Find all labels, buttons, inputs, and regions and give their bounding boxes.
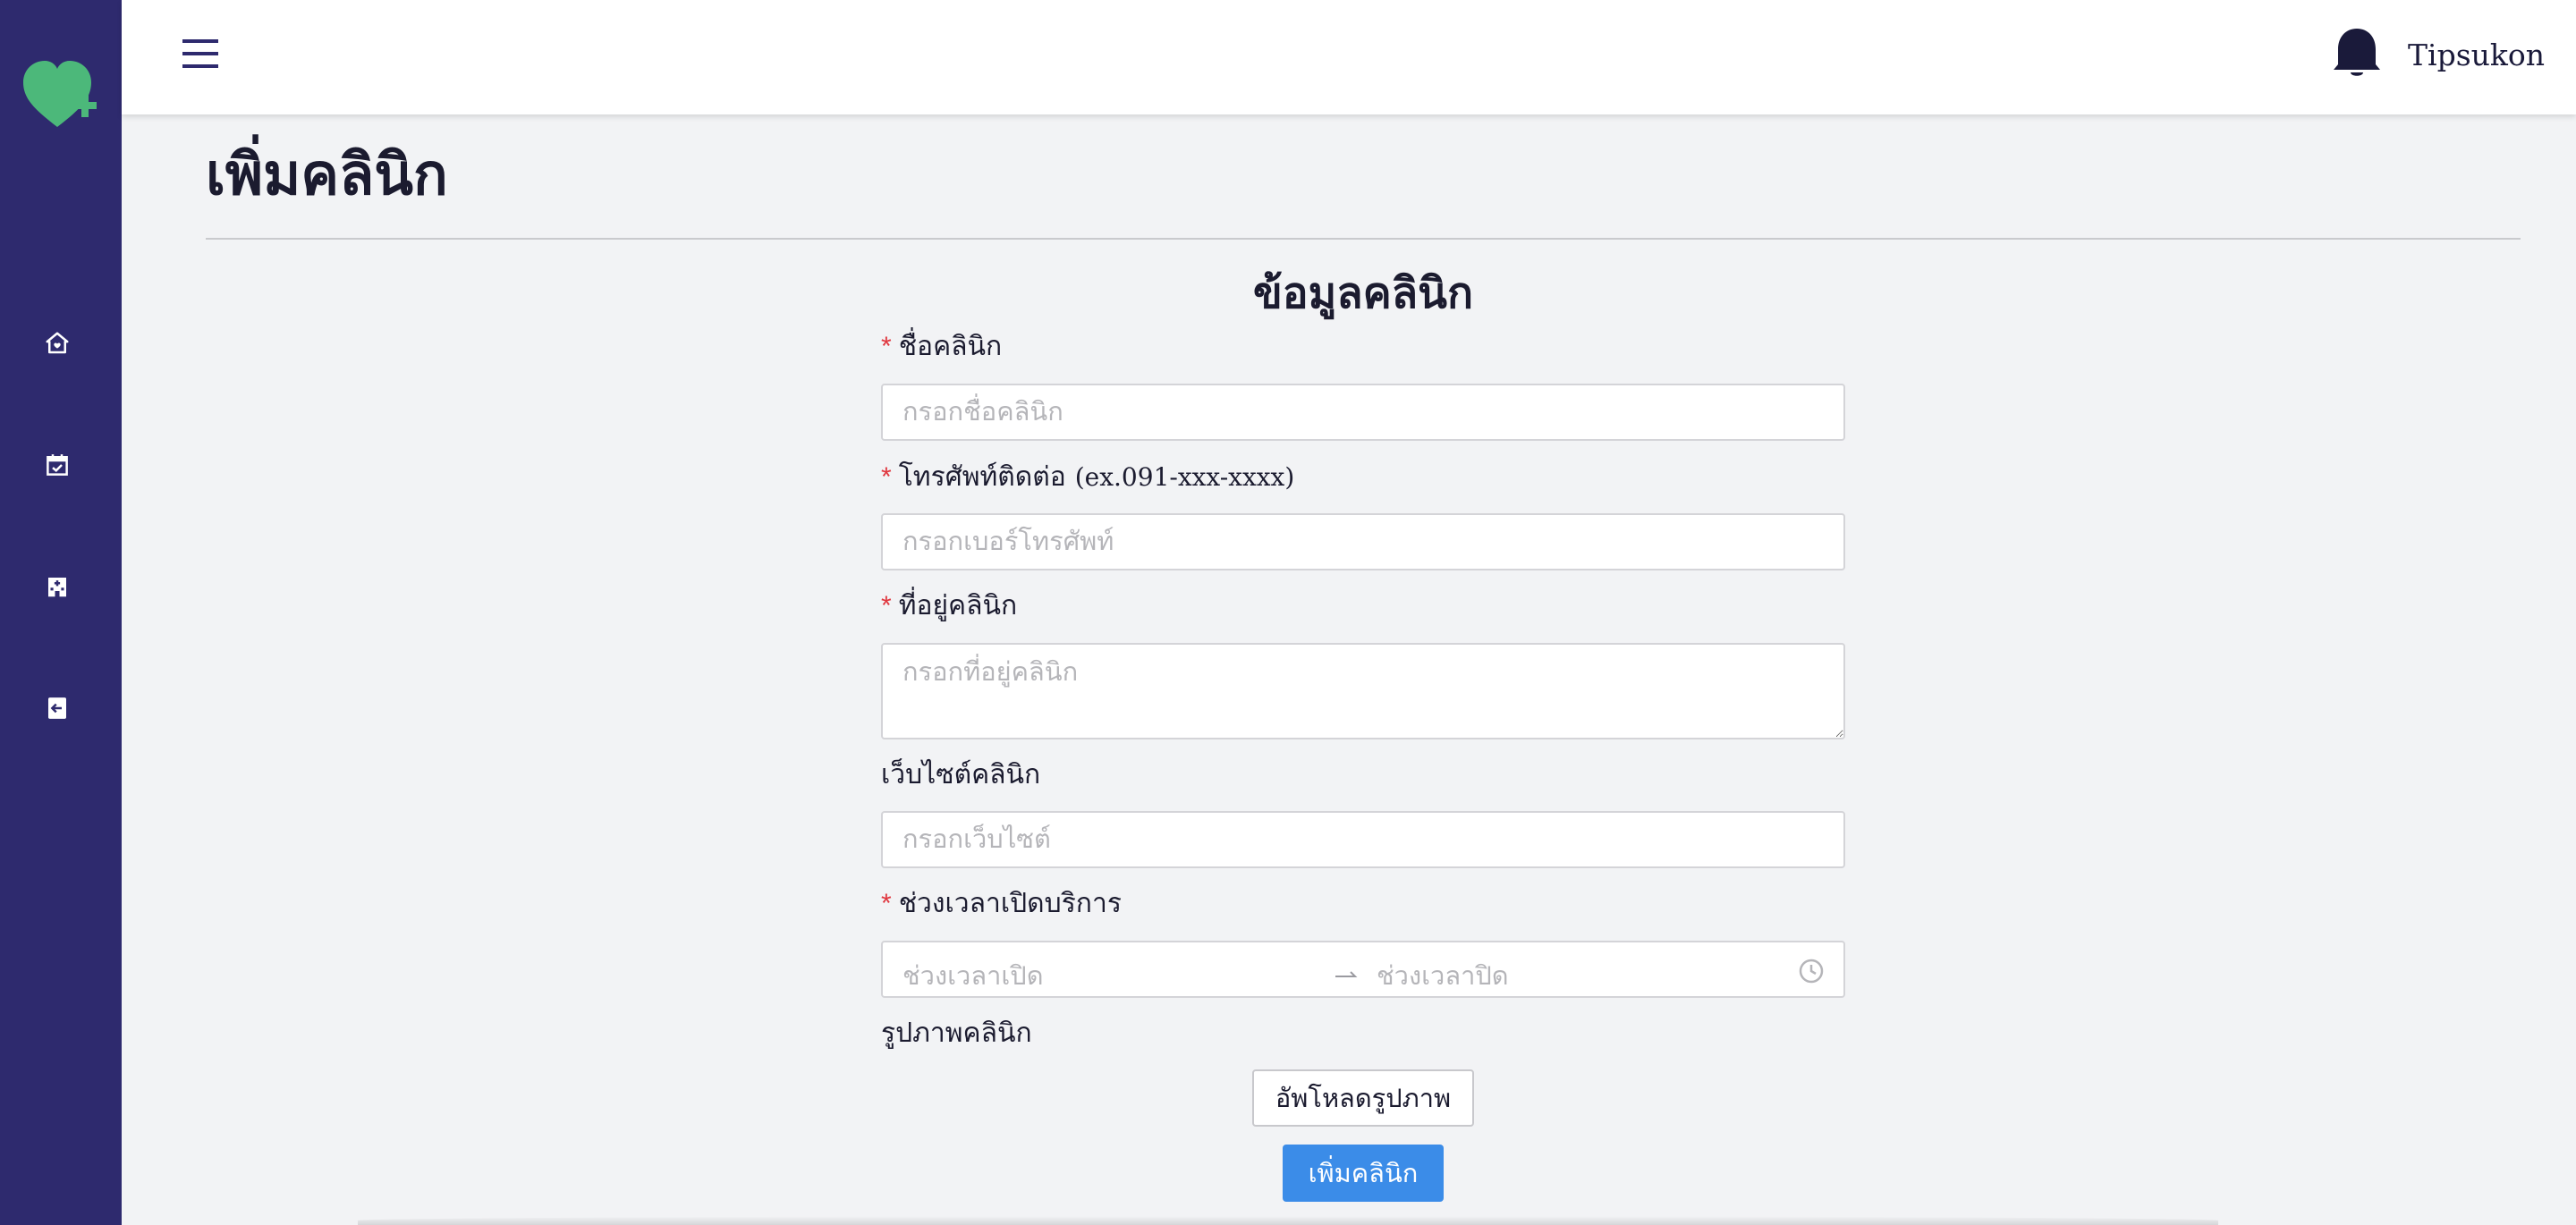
hours-label: * ช่วงเวลาเปิดบริการ — [881, 886, 1122, 922]
clock-icon[interactable] — [1797, 957, 1826, 985]
clinic-image-label-text: รูปภาพคลินิก — [881, 1018, 1032, 1048]
sidebar-item-clinics[interactable] — [36, 565, 79, 608]
sidebar — [0, 0, 122, 1225]
opening-hours-range-picker[interactable]: ช่วงเวลาเปิด ช่วงเวลาปิด — [881, 941, 1845, 998]
add-clinic-button[interactable]: เพิ่มคลินิก — [1283, 1145, 1444, 1202]
building-icon — [48, 578, 66, 597]
title-divider — [206, 238, 2521, 240]
hamburger-menu-icon[interactable] — [181, 34, 220, 73]
sidebar-item-home[interactable] — [36, 322, 79, 365]
closing-time-input[interactable]: ช่วงเวลาปิด — [1377, 955, 1509, 996]
address-label: * ที่อยู่คลินิก — [881, 588, 1017, 624]
page-title: เพิ่มคลินิก — [206, 142, 448, 207]
sidebar-item-appointments[interactable] — [36, 444, 79, 486]
upload-image-button[interactable]: อัพโหลดรูปภาพ — [1252, 1069, 1474, 1127]
website-label-text: เว็บไซต์คลินิก — [881, 760, 1041, 790]
website-input[interactable] — [881, 811, 1845, 868]
phone-format-hint: (ex.091-xxx-xxxx) — [1074, 462, 1295, 492]
website-label: เว็บไซต์คลินิก — [881, 757, 1040, 793]
clinic-image-label: รูปภาพคลินิก — [881, 1016, 1032, 1052]
top-header: Tipsukon — [122, 0, 2576, 114]
logout-icon — [48, 697, 66, 719]
form-title: ข้อมูลคลินิก — [1252, 270, 1474, 317]
address-textarea[interactable] — [881, 643, 1845, 739]
clinic-name-label-text: ชื่อคลินิก — [898, 332, 1003, 361]
required-mark: * — [881, 591, 892, 621]
hours-label-text: ช่วงเวลาเปิดบริการ — [898, 889, 1122, 918]
home-icon — [46, 332, 69, 354]
card-bottom-shadow — [358, 1216, 2218, 1225]
required-mark: * — [881, 332, 892, 361]
phone-label: * โทรศัพท์ติดต่อ (ex.091-xxx-xxxx) — [881, 460, 1294, 495]
address-label-text: ที่อยู่คลินิก — [898, 591, 1018, 621]
phone-input[interactable] — [881, 513, 1845, 570]
required-mark: * — [881, 889, 892, 918]
clinic-name-label: * ชื่อคลินิก — [881, 329, 1002, 365]
clinic-name-input[interactable] — [881, 384, 1845, 441]
phone-label-text: โทรศัพท์ติดต่อ — [898, 462, 1066, 492]
arrow-right-icon — [1335, 971, 1358, 977]
heart-plus-logo-icon[interactable] — [21, 59, 98, 134]
opening-time-input[interactable]: ช่วงเวลาเปิด — [902, 955, 1044, 996]
required-mark: * — [881, 462, 892, 492]
user-name[interactable]: Tipsukon — [2408, 38, 2545, 72]
sidebar-item-logout[interactable] — [36, 687, 79, 730]
calendar-check-icon — [47, 454, 68, 476]
notification-bell-icon[interactable] — [2331, 25, 2383, 80]
